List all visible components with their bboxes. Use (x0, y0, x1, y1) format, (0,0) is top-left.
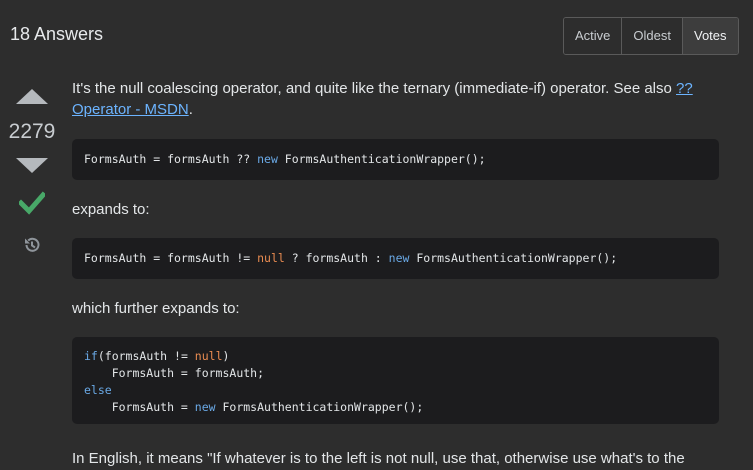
sort-oldest-button[interactable]: Oldest (622, 18, 683, 54)
history-icon[interactable] (22, 235, 42, 255)
code-block-1: FormsAuth = formsAuth ?? new FormsAuthen… (72, 139, 719, 180)
sort-tabs: Active Oldest Votes (563, 17, 739, 55)
answer-paragraph-1: It's the null coalescing operator, and q… (72, 78, 719, 120)
answers-header: 18 Answers Active Oldest Votes (0, 0, 753, 70)
paragraph-text: It's the null coalescing operator, and q… (72, 80, 677, 97)
paragraph-end: . (188, 101, 193, 118)
code-block-3: if(formsAuth != null) FormsAuth = formsA… (72, 337, 719, 424)
sort-votes-button[interactable]: Votes (682, 18, 738, 54)
code-block-2: FormsAuth = formsAuth != null ? formsAut… (72, 238, 719, 279)
upvote-arrow-icon[interactable] (16, 89, 48, 104)
answer-paragraph-3: which further expands to: (72, 300, 240, 317)
vote-score: 2279 (8, 120, 56, 143)
answers-count: 18 Answers (10, 24, 104, 44)
answer-paragraph-2: expands to: (72, 201, 150, 218)
accepted-check-icon (19, 191, 45, 215)
downvote-arrow-icon[interactable] (16, 158, 48, 173)
answer-paragraph-4: In English, it means "If whatever is to … (72, 450, 685, 467)
sort-active-button[interactable]: Active (564, 18, 623, 54)
